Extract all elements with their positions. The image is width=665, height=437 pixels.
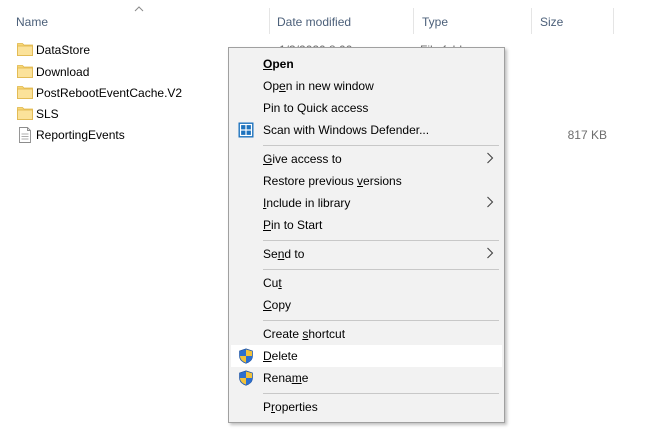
column-size[interactable]: Size xyxy=(534,0,612,40)
column-divider[interactable] xyxy=(413,8,414,34)
column-divider[interactable] xyxy=(613,8,614,34)
menu-item-pin-start[interactable]: Pin to Start xyxy=(231,214,502,236)
column-name[interactable]: Name xyxy=(10,0,268,40)
folder-icon xyxy=(17,43,33,56)
file-size: 817 KB xyxy=(567,128,607,142)
folder-icon xyxy=(17,86,33,99)
menu-item-open[interactable]: Open xyxy=(231,53,502,75)
menu-item-properties[interactable]: Properties xyxy=(231,396,502,418)
file-name: ReportingEvents xyxy=(36,128,125,142)
chevron-right-icon xyxy=(487,247,494,259)
menu-item-scan-defender[interactable]: Scan with Windows Defender... xyxy=(231,119,502,141)
menu-separator xyxy=(263,393,499,394)
menu-item-give-access[interactable]: Give access to xyxy=(231,148,502,170)
file-name: DataStore xyxy=(36,43,91,57)
column-divider[interactable] xyxy=(269,8,270,34)
uac-shield-icon xyxy=(239,370,253,386)
uac-shield-icon xyxy=(239,348,253,364)
menu-item-create-shortcut[interactable]: Create shortcut xyxy=(231,323,502,345)
file-name: Download xyxy=(36,65,90,79)
menu-item-send-to[interactable]: Send to xyxy=(231,243,502,265)
menu-item-copy[interactable]: Copy xyxy=(231,294,502,316)
chevron-right-icon xyxy=(487,196,494,208)
menu-item-delete[interactable]: Delete xyxy=(231,345,502,367)
menu-item-rename[interactable]: Rename xyxy=(231,367,502,389)
windows-defender-icon xyxy=(238,122,254,138)
menu-item-open-new-window[interactable]: Open in new window xyxy=(231,75,502,97)
column-header: Name Date modified Type Size xyxy=(0,0,665,40)
file-name: PostRebootEventCache.V2 xyxy=(36,86,183,100)
folder-icon xyxy=(17,65,33,78)
context-menu: Open Open in new window Pin to Quick acc… xyxy=(228,47,505,423)
menu-item-include-library[interactable]: Include in library xyxy=(231,192,502,214)
menu-item-pin-quick-access[interactable]: Pin to Quick access xyxy=(231,97,502,119)
file-icon xyxy=(19,127,31,143)
column-divider[interactable] xyxy=(531,8,532,34)
chevron-right-icon xyxy=(487,152,494,164)
file-name: SLS xyxy=(36,107,59,121)
menu-item-cut[interactable]: Cut xyxy=(231,272,502,294)
menu-separator xyxy=(263,240,499,241)
column-type[interactable]: Type xyxy=(416,0,530,40)
menu-item-restore-versions[interactable]: Restore previous versions xyxy=(231,170,502,192)
folder-icon xyxy=(17,107,33,120)
menu-separator xyxy=(263,320,499,321)
menu-separator xyxy=(263,145,499,146)
menu-separator xyxy=(263,269,499,270)
column-date-modified[interactable]: Date modified xyxy=(271,0,413,40)
